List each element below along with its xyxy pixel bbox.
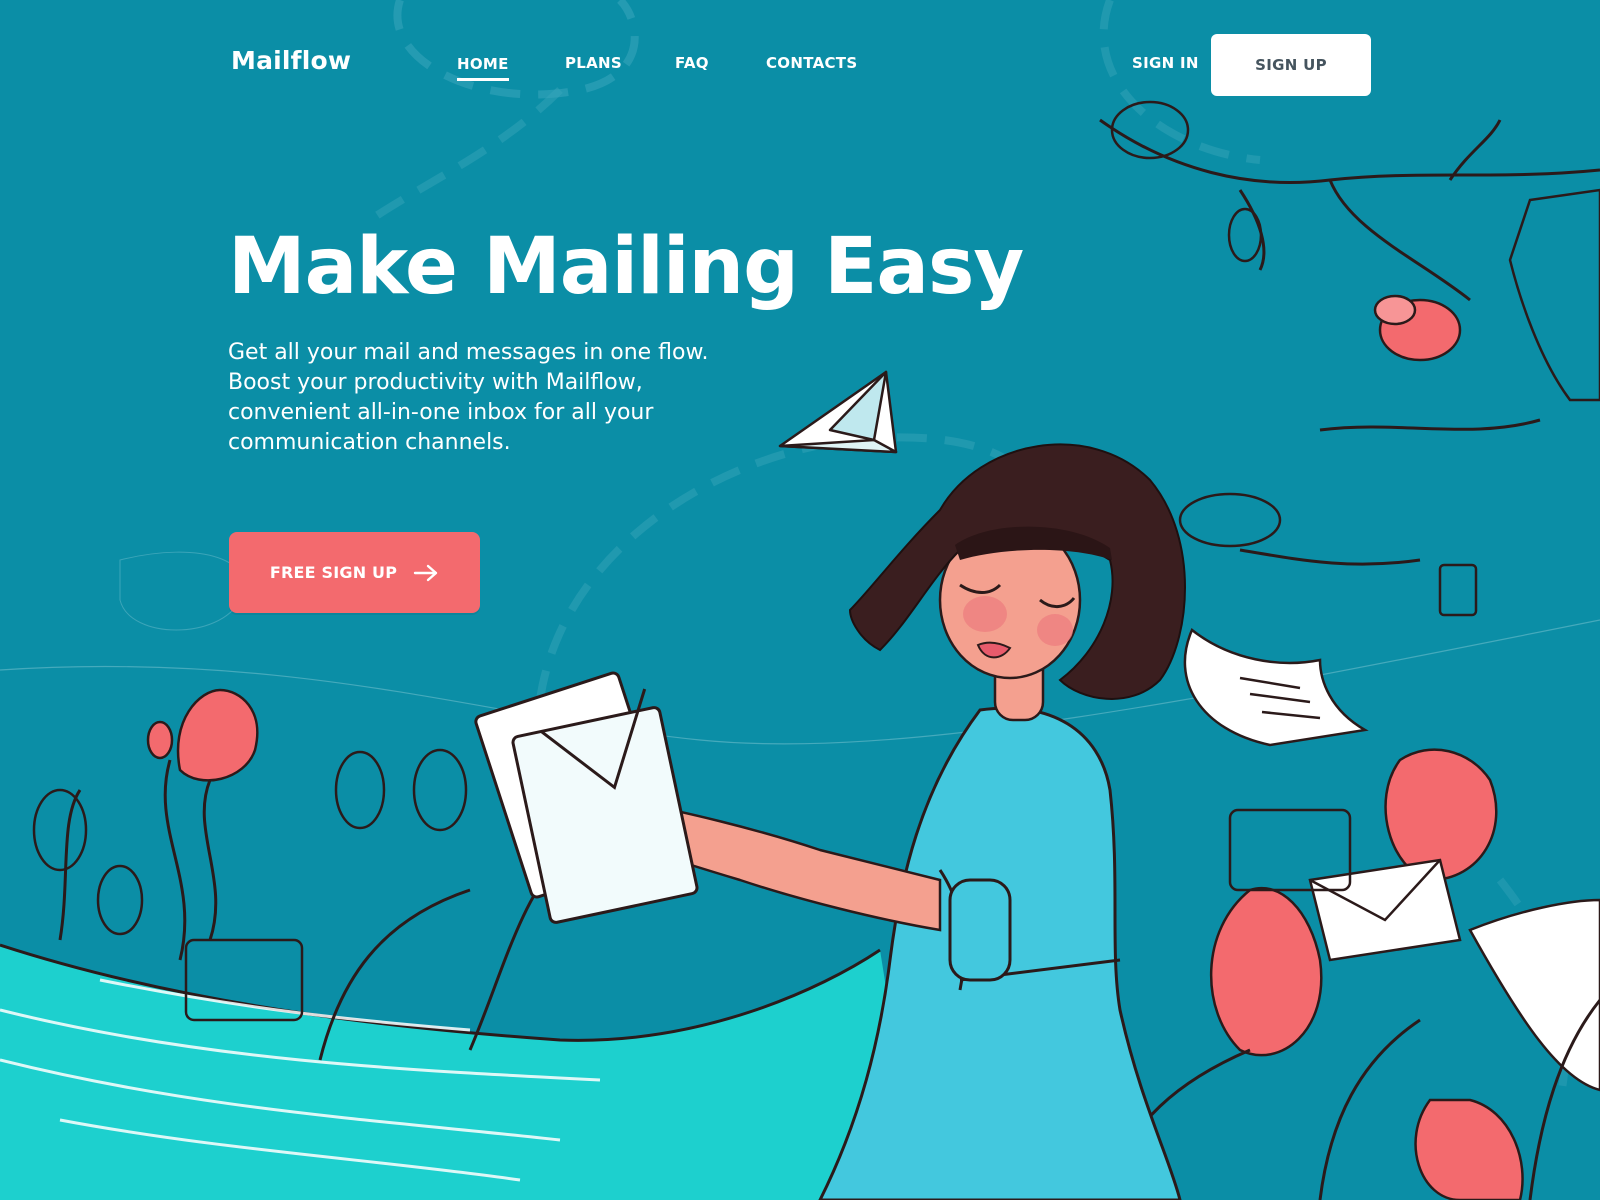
nav-item-home[interactable]: HOME — [457, 54, 509, 81]
paper-plane-icon — [778, 370, 898, 454]
brand-logo[interactable]: Mailflow — [231, 46, 351, 75]
nav-label: CONTACTS — [766, 54, 858, 72]
nav-label: FAQ — [675, 54, 709, 72]
nav-label: PLANS — [565, 54, 623, 72]
nav-item-contacts[interactable]: CONTACTS — [766, 54, 857, 72]
hero-title: Make Mailing Easy — [228, 222, 1024, 312]
sign-in-link[interactable]: SIGN IN — [1132, 54, 1199, 72]
free-sign-up-button[interactable]: FREE SIGN UP — [229, 532, 480, 613]
landing-page: Mailflow HOME PLANS FAQ CONTACTS SIGN IN… — [0, 0, 1600, 1200]
sign-up-button[interactable]: SIGN UP — [1211, 34, 1371, 96]
active-indicator — [457, 78, 509, 81]
nav-item-faq[interactable]: FAQ — [675, 54, 709, 72]
nav-label: HOME — [457, 55, 509, 73]
cta-label: FREE SIGN UP — [269, 563, 398, 582]
nav-item-plans[interactable]: PLANS — [565, 54, 622, 72]
arrow-right-icon — [413, 563, 439, 583]
hero-subtitle: Get all your mail and messages in one fl… — [228, 340, 709, 455]
